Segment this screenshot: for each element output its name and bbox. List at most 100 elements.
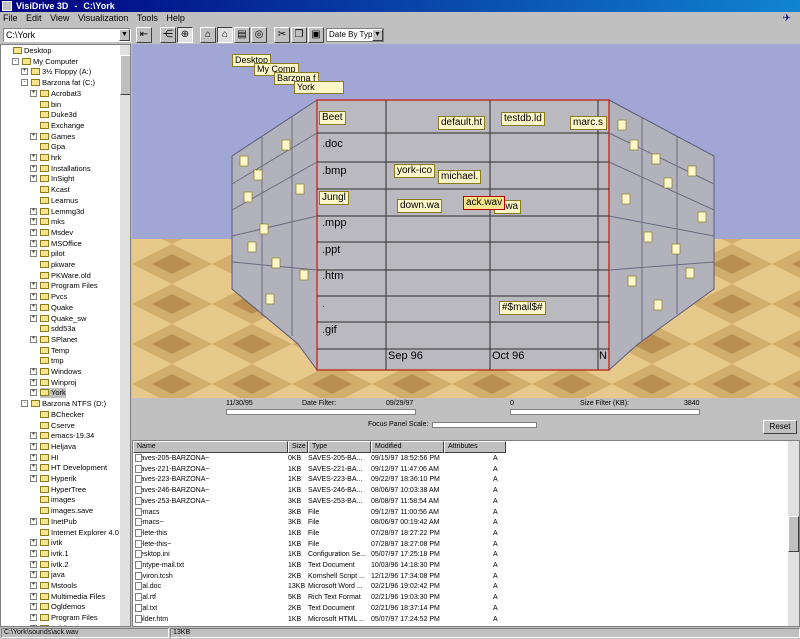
tree-item[interactable]: pkware <box>40 260 75 270</box>
tree-item[interactable]: Desktop <box>13 46 52 56</box>
tree-item[interactable]: + Program Files <box>30 613 98 623</box>
tree-item[interactable]: + java <box>30 570 65 580</box>
tree-scrollbar[interactable] <box>120 45 130 626</box>
house-view-icon[interactable]: ⌂ <box>217 27 233 43</box>
chevron-down-icon[interactable]: ▼ <box>119 29 130 41</box>
expand-icon[interactable]: + <box>30 89 37 97</box>
expand-icon[interactable]: + <box>30 539 37 547</box>
breadcrumb-york[interactable]: York <box>294 81 344 94</box>
file-row[interactable]: _emacs~ 3KB File 08/06/97 00:19:42 AM A <box>133 518 789 528</box>
expand-icon[interactable]: + <box>30 154 37 161</box>
tree-item[interactable]: + Quake <box>30 303 73 313</box>
size-filter-slider[interactable] <box>510 409 700 415</box>
expand-icon[interactable]: + <box>30 175 37 183</box>
tree-item[interactable]: Temp <box>40 346 69 356</box>
column-header-size[interactable]: Size <box>288 441 308 453</box>
file-label-selected[interactable]: ack.wav <box>463 196 506 210</box>
tree-item[interactable]: - My Computer <box>12 57 78 67</box>
tree-item[interactable]: Duke3d <box>40 110 77 120</box>
expand-icon[interactable]: + <box>30 614 37 622</box>
3d-view[interactable]: Desktop My Comp Barzona f York .doc .bmp… <box>132 44 800 398</box>
tree-item[interactable]: + Acrobat3 <box>30 89 81 99</box>
expand-icon[interactable]: + <box>30 335 37 343</box>
expand-icon[interactable]: + <box>30 603 37 611</box>
file-label[interactable]: Jungl <box>319 191 349 205</box>
collapse-icon[interactable]: - <box>21 400 28 408</box>
app-icon[interactable] <box>2 1 12 11</box>
expand-icon[interactable]: + <box>30 549 37 557</box>
expand-icon[interactable]: + <box>30 228 37 236</box>
expand-icon[interactable]: + <box>30 293 37 301</box>
expand-icon[interactable]: + <box>30 368 37 375</box>
target-icon[interactable]: ◎ <box>251 27 267 43</box>
expand-icon[interactable]: + <box>30 517 37 525</box>
file-row[interactable]: delete-this 1KB File 07/28/97 18:27:22 PM A <box>133 528 789 539</box>
building-icon[interactable]: ▤ <box>234 27 250 43</box>
tree-item[interactable]: + ivtk.1 <box>30 549 69 559</box>
tree-item[interactable]: + Program Files <box>30 281 98 291</box>
expand-icon[interactable]: + <box>30 239 37 247</box>
tree-item[interactable]: + Heljava <box>30 442 76 452</box>
tree-item[interactable]: + Msdev <box>30 228 73 238</box>
column-header-modified[interactable]: Modified <box>371 441 444 453</box>
tree-item[interactable]: sdd53a <box>40 324 76 334</box>
expand-icon[interactable]: + <box>30 475 37 482</box>
file-row[interactable]: eval.doc 13KB Microsoft Word ... 02/21/96 1… <box>133 582 789 592</box>
copy-icon[interactable]: ❐ <box>291 27 307 43</box>
file-list-scrollbar[interactable] <box>788 441 799 626</box>
tree-item[interactable]: - Barzona NTFS (D:) <box>21 399 106 409</box>
expand-icon[interactable]: + <box>30 282 37 290</box>
expand-icon[interactable]: + <box>30 218 37 226</box>
tree-item[interactable]: + InSight <box>30 174 74 184</box>
tree-item[interactable]: + SPlanet <box>30 335 77 345</box>
tree-item[interactable]: + ivtk.2 <box>30 560 69 570</box>
sort-select[interactable]: Date By Type ▼ <box>326 28 384 42</box>
menu-view[interactable]: View <box>47 13 72 23</box>
file-row[interactable]: .saves-253-BARZONA~ 3KB SAVES-253-BA... 08/… <box>133 496 789 507</box>
tree-item[interactable]: BChecker <box>40 410 84 420</box>
expand-icon[interactable]: + <box>30 303 37 311</box>
file-label[interactable]: Beet <box>319 111 346 125</box>
expand-icon[interactable]: + <box>30 314 37 322</box>
tree-item[interactable]: +3½ Floppy (A:) <box>21 67 91 77</box>
tree-item[interactable]: + HT Development <box>30 463 107 473</box>
file-list-scroll-thumb[interactable] <box>788 516 799 552</box>
column-header-type[interactable]: Type <box>308 441 371 453</box>
expand-icon[interactable]: + <box>30 207 37 215</box>
tree-item[interactable]: Exchange <box>40 121 84 131</box>
file-row[interactable]: dyntype-mail.txt 1KB Text Document 10/03/96… <box>133 561 789 571</box>
file-label[interactable]: testdb.ld <box>501 112 545 126</box>
tree-item[interactable]: + Hyperik <box>30 474 76 484</box>
expand-icon[interactable]: + <box>30 464 37 472</box>
file-label[interactable]: #$mail$# <box>499 301 546 315</box>
tree-item[interactable]: + InetPub <box>30 517 77 527</box>
file-row[interactable]: Folder.htm 1KB Microsoft HTML ... 05/07/97 … <box>133 614 789 625</box>
expand-icon[interactable]: + <box>30 250 37 258</box>
tree-item[interactable]: Gpa <box>40 142 65 152</box>
globe-view-icon[interactable]: ⊕ <box>177 27 193 43</box>
tree-item[interactable]: + Mstools <box>30 581 77 591</box>
tree-item[interactable]: tmp <box>40 356 64 366</box>
tree-item[interactable]: + Windows <box>30 367 81 377</box>
expand-icon[interactable]: + <box>30 132 37 140</box>
tree-item[interactable]: + ivtk <box>30 538 62 548</box>
path-combo[interactable]: C:\York ▼ <box>3 28 131 42</box>
menu-file[interactable]: File <box>0 13 21 23</box>
expand-icon[interactable]: + <box>30 389 37 397</box>
expand-icon[interactable]: + <box>30 432 37 440</box>
file-row[interactable]: .saves-223-BARZONA~ 1KB SAVES-223-BA... 09/… <box>133 475 789 485</box>
tree-item[interactable]: Kcast <box>40 185 70 195</box>
expand-icon[interactable]: + <box>30 582 37 589</box>
tree-item[interactable]: + Quake_sw <box>30 314 86 324</box>
menu-edit[interactable]: Edit <box>23 13 45 23</box>
expand-icon[interactable]: + <box>30 592 37 600</box>
menu-help[interactable]: Help <box>163 13 188 23</box>
tree-item[interactable]: + MSOffice <box>30 239 82 249</box>
tree-item[interactable]: + Winproj <box>30 378 76 388</box>
file-label[interactable]: marc.s <box>570 116 607 130</box>
file-label[interactable]: down.wa <box>397 199 443 213</box>
chevron-down-icon[interactable]: ▼ <box>372 29 383 41</box>
date-filter-slider[interactable] <box>226 409 416 415</box>
expand-icon[interactable]: + <box>30 442 37 450</box>
cut-icon[interactable]: ✂ <box>274 27 290 43</box>
